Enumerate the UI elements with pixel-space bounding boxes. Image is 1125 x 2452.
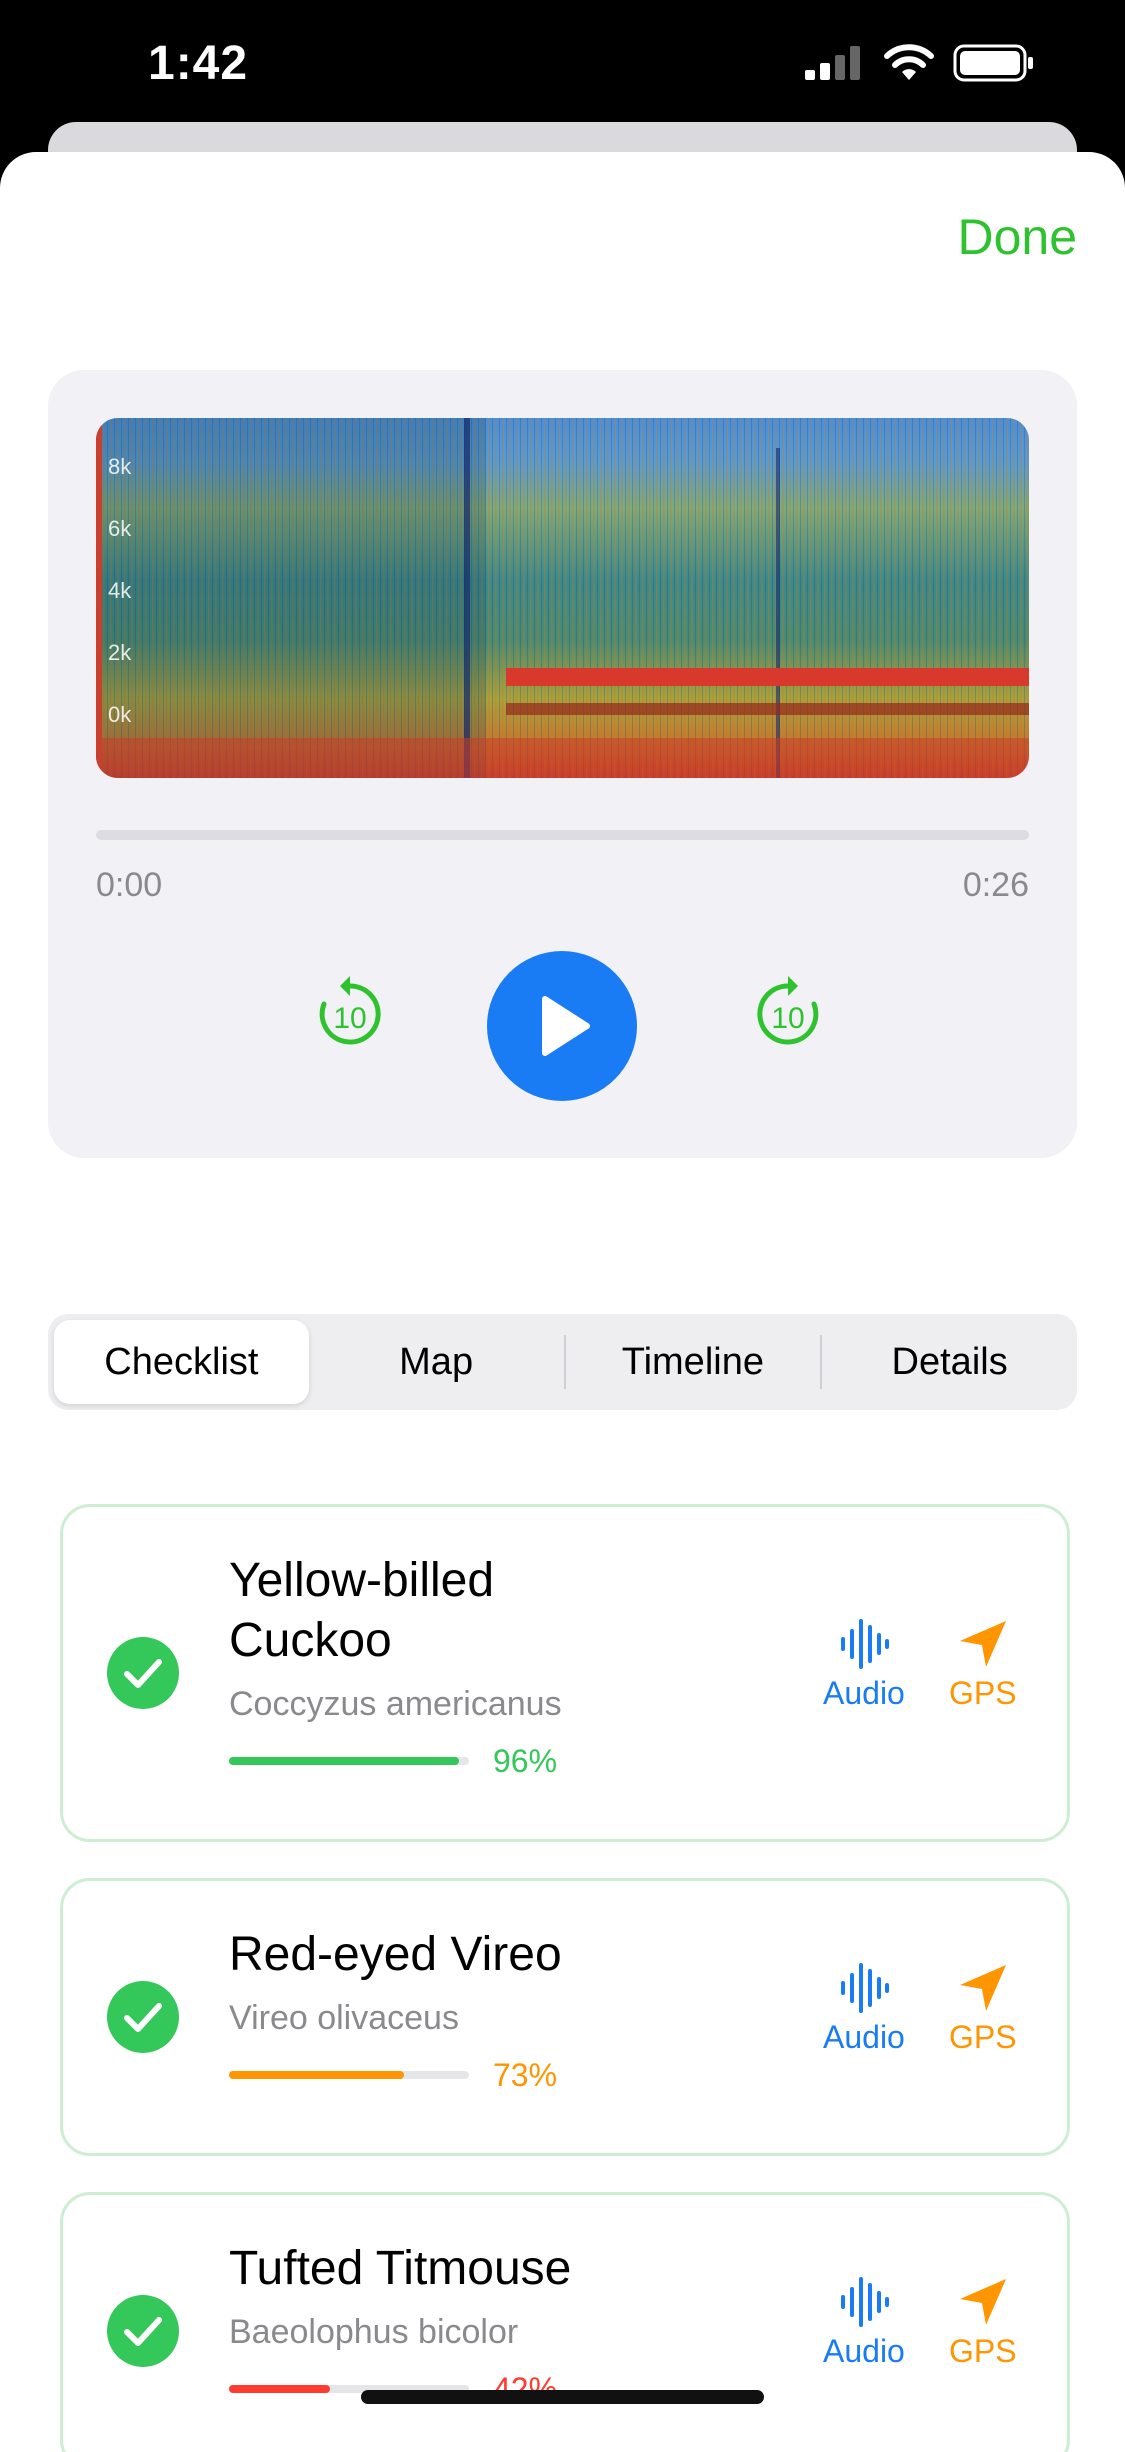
species-common-name-line2: Cuckoo <box>229 1614 392 1667</box>
species-scientific-name: Baeolophus bicolor <box>229 2313 519 2351</box>
species-common-name: Red-eyed Vireo <box>229 1928 562 1981</box>
checkmark-circle-icon <box>107 2295 179 2367</box>
tab-checklist[interactable]: Checklist <box>54 1320 309 1404</box>
species-common-name: Yellow-billed <box>229 1554 495 1607</box>
confidence-bar-fill <box>229 1757 460 1765</box>
waveform-icon <box>840 1963 889 2013</box>
view-segmented-control: Checklist Map Timeline Details <box>48 1314 1077 1410</box>
confidence-bar-fill <box>229 2385 330 2393</box>
confidence-bar-fill <box>229 2071 405 2079</box>
confidence-bar <box>229 2071 469 2079</box>
frequency-label-2k: 2k <box>108 640 132 665</box>
wifi-icon <box>884 44 934 80</box>
skip-back-label: 10 <box>333 1002 366 1035</box>
battery-icon <box>953 44 1033 82</box>
play-button[interactable] <box>487 951 637 1101</box>
recording-sheet: Done 8k 6k 4k 2k 0k 0:00 0:26 10 10 Chec… <box>0 152 1125 2452</box>
species-scientific-name: Vireo olivaceus <box>229 1999 459 2037</box>
done-button[interactable]: Done <box>957 208 1077 266</box>
confidence-bar <box>229 1757 469 1765</box>
play-icon <box>542 996 590 1056</box>
location-arrow-icon <box>959 1621 1006 1667</box>
species-card[interactable]: Red-eyed Vireo Vireo olivaceus 73% Audio… <box>60 1878 1070 2156</box>
audio-label: Audio <box>823 2333 905 2369</box>
frequency-label-8k: 8k <box>108 454 132 479</box>
status-bar: 1:42 <box>0 0 1125 135</box>
species-card[interactable]: Tufted Titmouse Baeolophus bicolor 42% A… <box>60 2192 1070 2452</box>
frequency-label-4k: 4k <box>108 578 132 603</box>
home-indicator[interactable] <box>361 2390 764 2404</box>
gps-label: GPS <box>949 2333 1017 2369</box>
species-scientific-name: Coccyzus americanus <box>229 1685 562 1723</box>
frequency-label-6k: 6k <box>108 516 132 541</box>
skip-back-button[interactable]: 10 <box>310 974 390 1059</box>
cellular-signal-icon <box>805 46 860 80</box>
frequency-label-0k: 0k <box>108 702 132 727</box>
status-icons <box>805 44 1035 82</box>
skip-forward-10-icon: 10 <box>757 976 819 1045</box>
audio-button[interactable]: Audio <box>823 2275 905 2370</box>
audio-label: Audio <box>823 1675 905 1711</box>
species-common-name: Tufted Titmouse <box>229 2242 572 2295</box>
checkmark-circle-icon <box>107 1637 179 1709</box>
waveform-icon <box>840 1619 889 1669</box>
confidence-percent: 73% <box>493 2057 558 2093</box>
spectrogram-image <box>96 418 1029 778</box>
waveform-icon <box>840 2277 889 2327</box>
total-duration: 0:26 <box>962 866 1029 904</box>
gps-label: GPS <box>949 2019 1017 2055</box>
spectrogram[interactable]: 8k 6k 4k 2k 0k <box>96 418 1029 778</box>
status-time: 1:42 <box>148 37 249 90</box>
checkmark-circle-icon <box>107 1981 179 2053</box>
gps-button[interactable]: GPS <box>949 1617 1017 1712</box>
gps-button[interactable]: GPS <box>949 2275 1017 2370</box>
species-card[interactable]: Yellow-billed Cuckoo Coccyzus americanus… <box>60 1504 1070 1842</box>
skip-back-10-icon: 10 <box>319 976 381 1045</box>
elapsed-time: 0:00 <box>96 866 163 904</box>
tab-map[interactable]: Map <box>309 1320 564 1404</box>
audio-button[interactable]: Audio <box>823 1617 905 1712</box>
gps-button[interactable]: GPS <box>949 1961 1017 2056</box>
location-arrow-icon <box>959 2279 1006 2325</box>
tab-details[interactable]: Details <box>822 1320 1077 1404</box>
confidence-percent: 96% <box>493 1743 558 1779</box>
audio-button[interactable]: Audio <box>823 1961 905 2056</box>
gps-label: GPS <box>949 1675 1017 1711</box>
skip-forward-button[interactable]: 10 <box>748 974 828 1059</box>
playback-scrubber[interactable] <box>96 830 1029 840</box>
audio-label: Audio <box>823 2019 905 2055</box>
location-arrow-icon <box>959 1965 1006 2011</box>
skip-forward-label: 10 <box>771 1002 804 1035</box>
tab-timeline[interactable]: Timeline <box>566 1320 821 1404</box>
audio-player-card: 8k 6k 4k 2k 0k 0:00 0:26 10 10 <box>48 370 1077 1158</box>
